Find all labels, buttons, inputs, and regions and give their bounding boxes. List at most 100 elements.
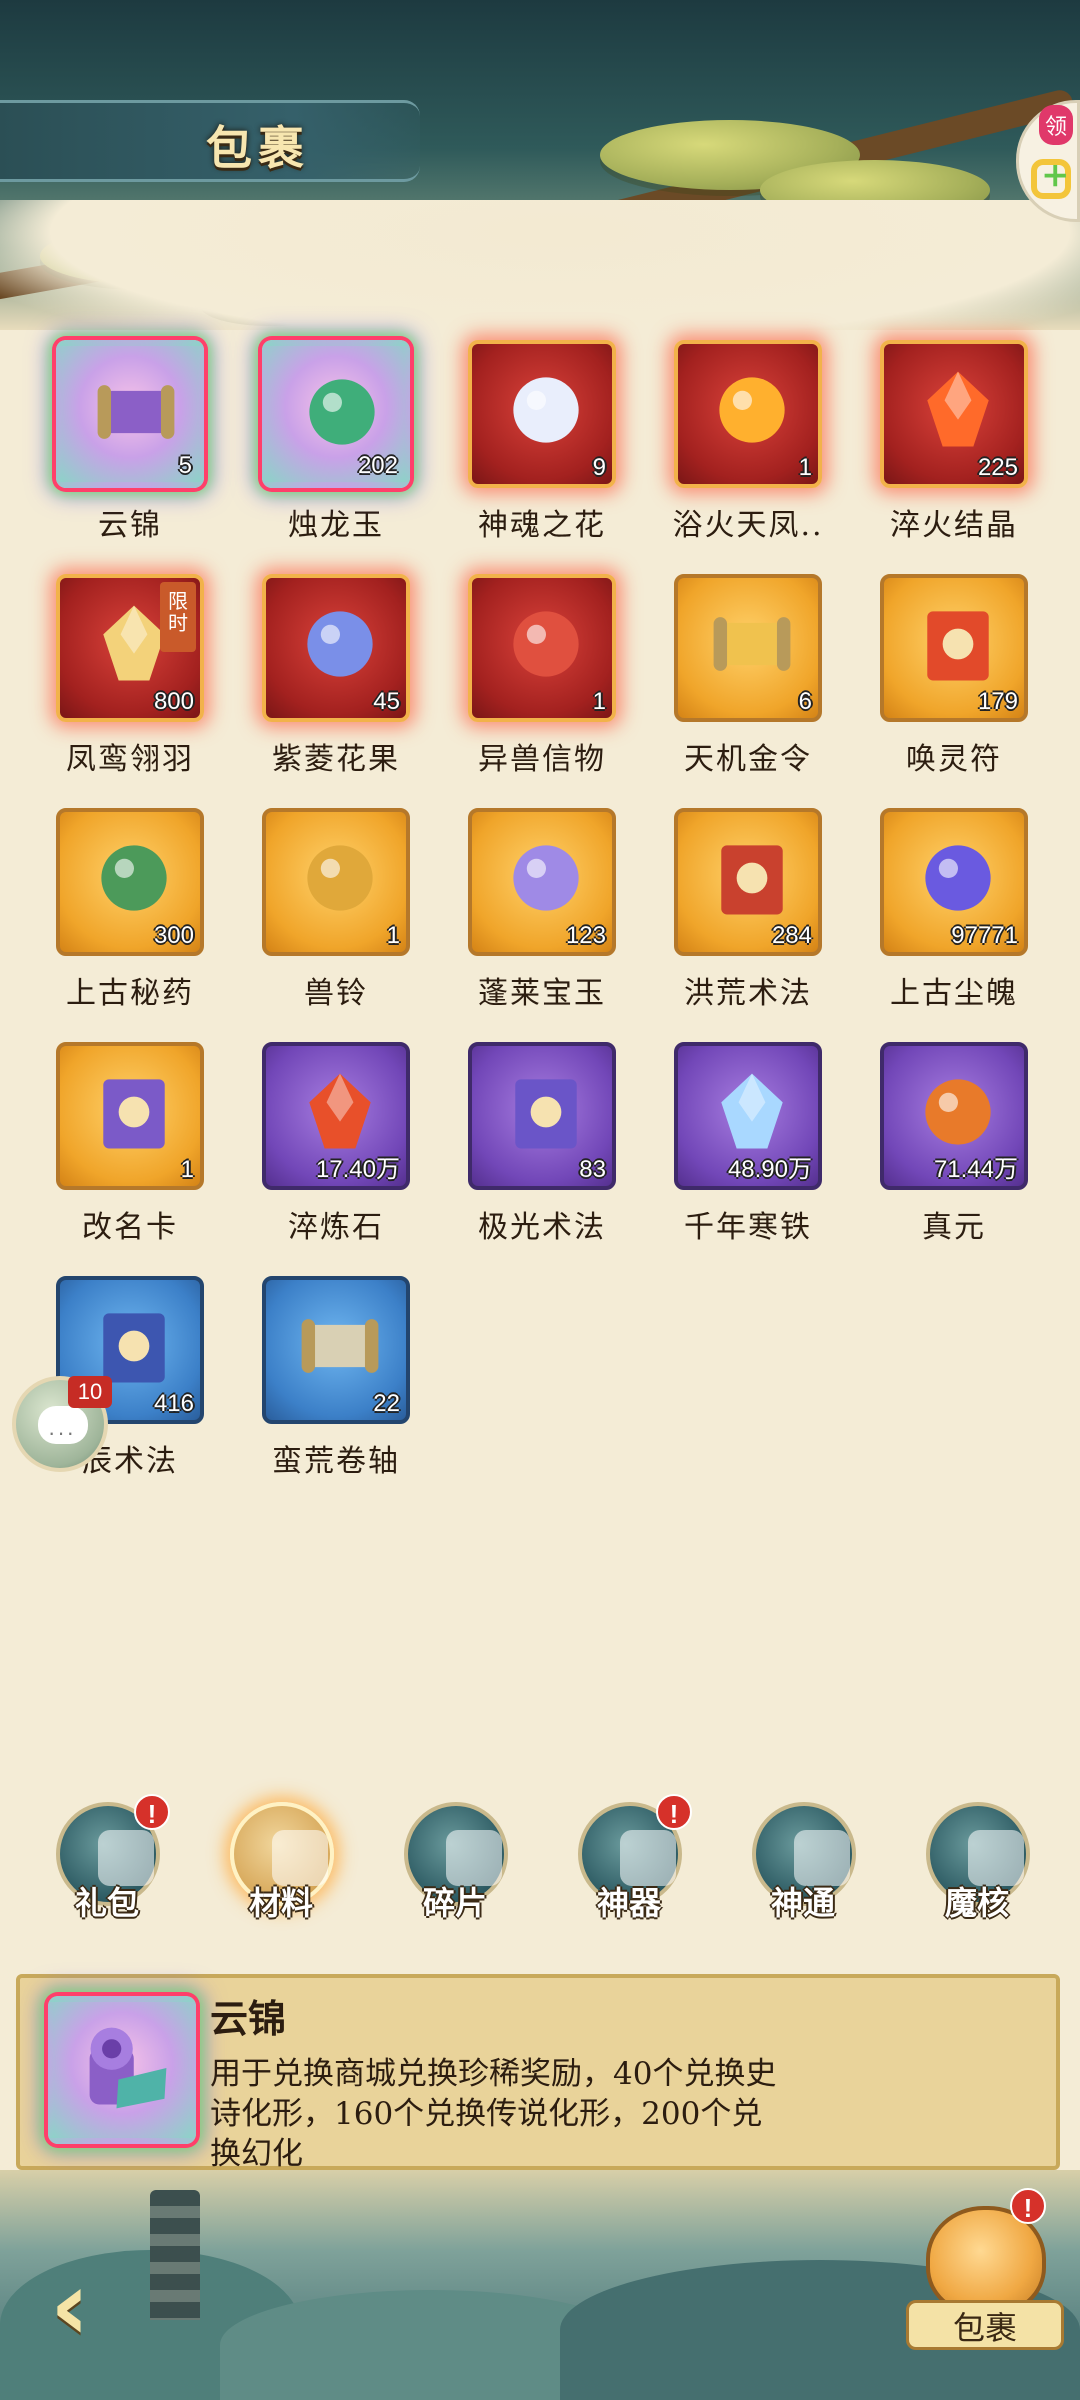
aurora-spellbook-icon xyxy=(515,1079,577,1149)
item-slot[interactable]: 6 xyxy=(674,574,822,722)
item-count: 22 xyxy=(373,1390,400,1417)
item-name: 兽铃 xyxy=(304,976,368,1011)
item-name: 浴火天凤.. xyxy=(672,508,824,543)
item-slot[interactable]: 300 xyxy=(56,808,204,956)
chat-unread-badge: 10 xyxy=(68,1376,112,1408)
tab-label: 材料 xyxy=(248,1884,313,1922)
tab-alert-badge: ! xyxy=(134,1794,170,1830)
item-slot[interactable]: 1 xyxy=(468,574,616,722)
inventory-item[interactable]: 1 异兽信物 xyxy=(468,574,616,778)
item-slot[interactable]: 1 xyxy=(56,1042,204,1190)
bag-label: 包裹 xyxy=(906,2300,1064,2350)
inventory-item[interactable]: 202 烛龙玉 xyxy=(262,340,410,544)
dust-soul-orb-icon xyxy=(925,845,991,911)
item-slot[interactable]: 225 xyxy=(880,340,1028,488)
item-count: 17.40万 xyxy=(315,1156,400,1183)
page-title: 包裹 xyxy=(206,121,310,175)
inventory-item[interactable]: 97771 上古尘魄 xyxy=(880,808,1028,1012)
inventory-item[interactable]: 1 改名卡 xyxy=(56,1042,204,1246)
inventory-item[interactable]: 179 唤灵符 xyxy=(880,574,1028,778)
tab-4[interactable]: 神通 xyxy=(738,1796,868,1926)
item-slot[interactable]: 179 xyxy=(880,574,1028,722)
dragon-jade-icon xyxy=(309,379,375,445)
item-count: 1 xyxy=(798,454,812,481)
inventory-item[interactable]: 225 淬火结晶 xyxy=(880,340,1028,544)
item-slot[interactable]: 22 xyxy=(262,1276,410,1424)
category-tabs: 礼包 ! 材料 碎片 神器 ! 神通 魔核 xyxy=(42,1794,1042,1926)
inventory-item[interactable]: 5 云锦 xyxy=(56,340,204,544)
item-slot[interactable]: 71.44万 xyxy=(880,1042,1028,1190)
tab-3[interactable]: 神器 ! xyxy=(564,1794,694,1926)
item-count: 123 xyxy=(565,922,606,949)
gift-claim-label: 领 xyxy=(1038,105,1073,145)
item-name: 极光术法 xyxy=(478,1210,606,1245)
inventory-item[interactable]: 9 神魂之花 xyxy=(468,340,616,544)
inventory-grid: 5 云锦 202 烛龙玉 9 神魂之花 1 浴火天凤.. 225 淬火结晶 限时… xyxy=(56,340,1036,1480)
item-slot[interactable]: 48.90万 xyxy=(674,1042,822,1190)
item-detail-thumbnail xyxy=(48,1996,196,2144)
inventory-item[interactable]: 17.40万 淬炼石 xyxy=(262,1042,410,1246)
inventory-item[interactable]: 1 浴火天凤.. xyxy=(672,340,822,544)
item-slot[interactable]: 97771 xyxy=(880,808,1028,956)
item-name: 紫菱花果 xyxy=(272,742,400,777)
item-slot[interactable]: 202 xyxy=(262,340,410,488)
item-slot[interactable]: 45 xyxy=(262,574,410,722)
beast-token-icon xyxy=(513,611,579,677)
item-count: 284 xyxy=(771,922,812,949)
chat-button[interactable]: ··· 10 xyxy=(12,1376,112,1472)
item-slot[interactable]: 17.40万 xyxy=(262,1042,410,1190)
item-name: 云锦 xyxy=(98,508,162,543)
inventory-item[interactable]: 限时 800 凤鸾翎羽 xyxy=(56,574,204,778)
ancient-medicine-icon xyxy=(101,845,167,911)
item-slot[interactable]: 5 xyxy=(56,340,204,488)
bag-button[interactable]: ! 包裹 xyxy=(906,2188,1064,2392)
tab-label: 魔核 xyxy=(944,1884,1009,1922)
item-name: 上古尘魄 xyxy=(890,976,1018,1011)
back-arrow-icon: ‹ xyxy=(50,2250,90,2362)
tab-alert-badge: ! xyxy=(656,1794,692,1830)
item-slot[interactable]: 284 xyxy=(674,808,822,956)
item-name: 烛龙玉 xyxy=(288,508,384,543)
item-name: 改名卡 xyxy=(82,1210,178,1245)
item-count: 1 xyxy=(386,922,400,949)
penglai-jade-icon xyxy=(513,845,579,911)
item-count: 1 xyxy=(592,688,606,715)
back-button[interactable]: ‹ xyxy=(40,2240,150,2362)
item-slot[interactable]: 9 xyxy=(468,340,616,488)
wild-scroll-icon xyxy=(301,1319,379,1373)
tab-1[interactable]: 材料 xyxy=(216,1796,346,1926)
inventory-item[interactable]: 71.44万 真元 xyxy=(880,1042,1028,1246)
inventory-item[interactable]: 1 兽铃 xyxy=(262,808,410,1012)
item-name: 千年寒铁 xyxy=(684,1210,812,1245)
inventory-item[interactable]: 123 蓬莱宝玉 xyxy=(468,808,616,1012)
item-count: 416 xyxy=(153,1390,194,1417)
item-name: 神魂之花 xyxy=(478,508,606,543)
inventory-item[interactable]: 284 洪荒术法 xyxy=(674,808,822,1012)
tab-5[interactable]: 魔核 xyxy=(912,1796,1042,1926)
golden-order-icon xyxy=(713,617,791,671)
inventory-item[interactable]: 83 极光术法 xyxy=(468,1042,616,1246)
item-count: 83 xyxy=(579,1156,606,1183)
cold-iron-icon xyxy=(721,1073,783,1149)
tab-0[interactable]: 礼包 ! xyxy=(42,1794,172,1926)
inventory-item[interactable]: 48.90万 千年寒铁 xyxy=(674,1042,822,1246)
item-slot[interactable]: 1 xyxy=(262,808,410,956)
inventory-item[interactable]: 22 蛮荒卷轴 xyxy=(262,1276,410,1480)
item-count: 202 xyxy=(357,452,398,479)
purple-fruit-icon xyxy=(307,611,373,677)
item-slot[interactable]: 限时 800 xyxy=(56,574,204,722)
item-slot[interactable]: 123 xyxy=(468,808,616,956)
tab-2[interactable]: 碎片 xyxy=(390,1796,520,1926)
item-slot[interactable]: 83 xyxy=(468,1042,616,1190)
tab-label: 神器 xyxy=(596,1884,661,1922)
item-name: 真元 xyxy=(922,1210,986,1245)
item-slot[interactable]: 1 xyxy=(674,340,822,488)
inventory-item[interactable]: 6 天机金令 xyxy=(674,574,822,778)
inventory-item[interactable]: 300 上古秘药 xyxy=(56,808,204,1012)
quench-crystal-icon xyxy=(927,371,989,447)
chat-dots: ··· xyxy=(48,1420,76,1445)
primal-spellbook-icon xyxy=(721,845,783,915)
beast-bell-icon xyxy=(307,845,373,911)
bag-alert-badge: ! xyxy=(1010,2188,1046,2224)
inventory-item[interactable]: 45 紫菱花果 xyxy=(262,574,410,778)
